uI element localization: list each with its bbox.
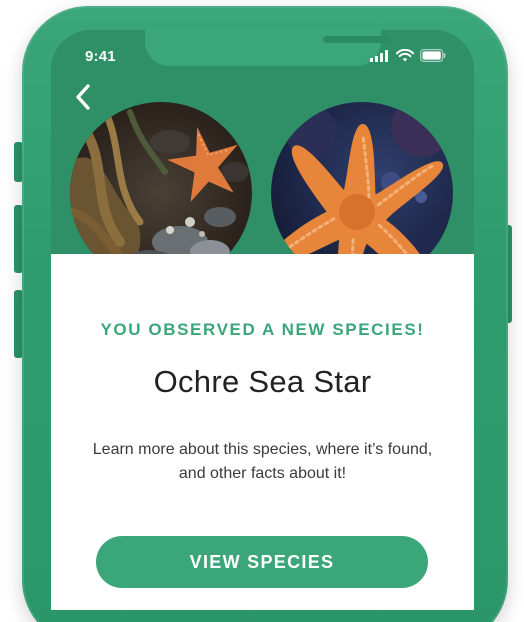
status-icons <box>370 49 446 62</box>
species-card: YOU OBSERVED A NEW SPECIES! Ochre Sea St… <box>51 254 474 610</box>
wifi-icon <box>396 49 414 62</box>
app-mockup: 9:41 YOU OBSERVED A NEW SPECIES! Ochre S… <box>0 0 524 622</box>
phone-screen: 9:41 YOU OBSERVED A NEW SPECIES! Ochre S… <box>51 30 474 610</box>
view-species-button[interactable]: VIEW SPECIES <box>96 536 428 588</box>
chevron-left-icon <box>76 84 90 110</box>
cellular-signal-icon <box>370 49 388 62</box>
battery-icon <box>420 49 446 62</box>
bottom-fade <box>51 598 474 610</box>
speaker-grille <box>323 36 389 43</box>
status-time: 9:41 <box>85 48 116 65</box>
back-button[interactable] <box>71 82 97 112</box>
species-description: Learn more about this species, where it’… <box>92 441 433 482</box>
notch <box>145 30 389 66</box>
new-species-heading: YOU OBSERVED A NEW SPECIES! <box>100 320 425 339</box>
species-name: Ochre Sea Star <box>153 364 372 399</box>
